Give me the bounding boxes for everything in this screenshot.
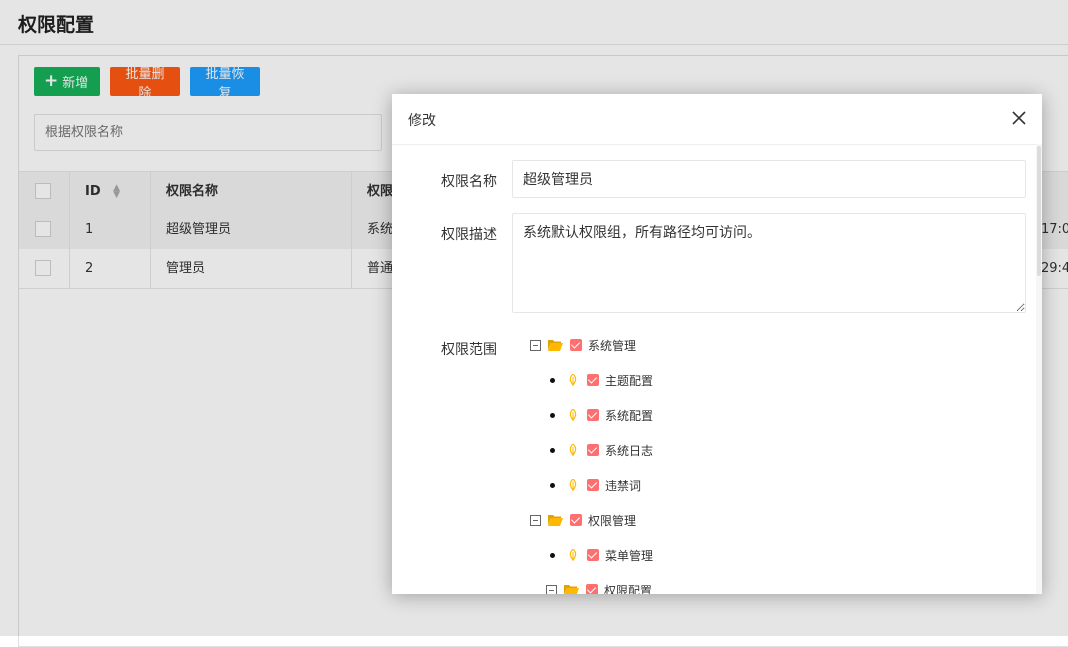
modal-title: 修改 xyxy=(408,113,436,129)
leaf-icon xyxy=(569,479,577,491)
leaf-icon xyxy=(569,409,577,421)
scope-label: 权限范围 xyxy=(441,342,497,358)
tree-node-label: 权限管理 xyxy=(588,513,637,528)
leaf-icon xyxy=(569,444,577,456)
collapse-icon[interactable] xyxy=(546,584,557,594)
tree-checkbox[interactable] xyxy=(587,549,599,561)
tree-checkbox[interactable] xyxy=(587,479,599,491)
tree-node-leaf[interactable]: 主题配置 xyxy=(546,370,653,390)
tree-node-label: 系统日志 xyxy=(605,443,654,458)
tree-node-folder[interactable]: 权限配置 xyxy=(546,580,652,594)
folder-open-icon xyxy=(548,515,563,526)
tree-checkbox[interactable] xyxy=(570,339,582,351)
bullet-icon xyxy=(550,447,555,453)
folder-open-icon xyxy=(548,340,563,351)
bullet-icon xyxy=(550,377,555,383)
bullet-icon xyxy=(550,482,555,488)
tree-node-label: 系统配置 xyxy=(605,408,654,423)
permission-desc-textarea[interactable]: 系统默认权限组，所有路径均可访问。 xyxy=(512,213,1026,313)
name-label: 权限名称 xyxy=(441,174,497,190)
leaf-icon xyxy=(569,549,577,561)
collapse-icon[interactable] xyxy=(530,339,541,351)
tree-node-folder[interactable]: 系统管理 xyxy=(530,335,636,355)
close-icon[interactable] xyxy=(1010,109,1028,127)
tree-node-label: 主题配置 xyxy=(605,373,654,388)
tree-checkbox[interactable] xyxy=(586,584,598,594)
tree-node-label: 违禁词 xyxy=(605,478,642,493)
leaf-icon xyxy=(569,374,577,386)
tree-node-label: 菜单管理 xyxy=(605,548,654,563)
tree-node-label: 系统管理 xyxy=(588,338,637,353)
permission-name-input[interactable] xyxy=(512,160,1026,198)
collapse-icon[interactable] xyxy=(530,514,541,526)
tree-node-leaf[interactable]: 系统日志 xyxy=(546,440,653,460)
bullet-icon xyxy=(550,552,555,558)
tree-node-leaf[interactable]: 菜单管理 xyxy=(546,545,653,565)
tree-node-leaf[interactable]: 系统配置 xyxy=(546,405,653,425)
tree-node-leaf[interactable]: 违禁词 xyxy=(546,475,641,495)
tree-checkbox[interactable] xyxy=(570,514,582,526)
modal-header: 修改 xyxy=(392,94,1042,145)
bullet-icon xyxy=(550,412,555,418)
desc-label: 权限描述 xyxy=(441,227,497,243)
folder-open-icon xyxy=(564,585,579,594)
modal-scrollbar-thumb[interactable] xyxy=(1037,146,1041,276)
tree-node-folder[interactable]: 权限管理 xyxy=(530,510,636,530)
tree-node-label: 权限配置 xyxy=(604,583,653,595)
tree-checkbox[interactable] xyxy=(587,409,599,421)
tree-checkbox[interactable] xyxy=(587,444,599,456)
edit-modal: 修改 权限名称 权限描述 系统默认权限组，所有路径均可访问。 权限范围 系统管理… xyxy=(392,94,1042,594)
tree-checkbox[interactable] xyxy=(587,374,599,386)
